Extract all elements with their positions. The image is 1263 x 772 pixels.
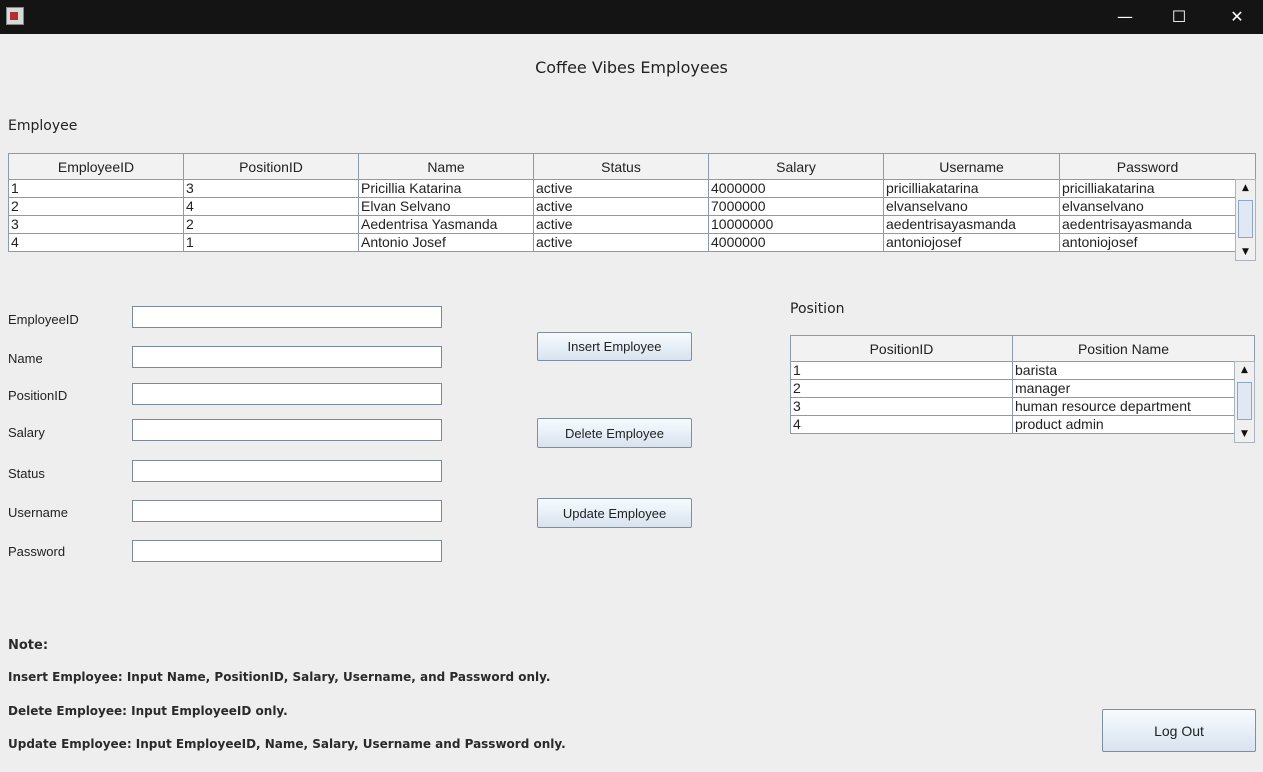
scrollbar-thumb[interactable]	[1237, 382, 1252, 420]
column-header-username[interactable]: Username	[883, 153, 1060, 180]
name-field[interactable]	[132, 346, 442, 368]
table-cell[interactable]: Elvan Selvano	[358, 197, 534, 216]
table-cell[interactable]: 1	[790, 361, 1013, 380]
employee-table-scrollbar[interactable]: ▲ ▼	[1235, 179, 1256, 261]
position-table-corner	[1234, 335, 1255, 362]
table-cell[interactable]: 2	[183, 215, 359, 234]
salary-label: Salary	[8, 425, 45, 440]
position-table: PositionID Position Name 1 barista 2 man…	[790, 335, 1235, 434]
update-employee-button[interactable]: Update Employee	[537, 498, 692, 528]
table-cell[interactable]: pricilliakatarina	[1059, 179, 1236, 198]
table-cell[interactable]: 10000000	[708, 215, 884, 234]
note-delete: Delete Employee: Input EmployeeID only.	[8, 704, 288, 718]
name-label: Name	[8, 351, 43, 366]
positionid-field[interactable]	[132, 383, 442, 405]
scroll-down-icon[interactable]: ▼	[1235, 426, 1254, 442]
status-label: Status	[8, 466, 45, 481]
employee-table-corner	[1235, 153, 1256, 180]
column-header-employeeid[interactable]: EmployeeID	[8, 153, 184, 180]
salary-field[interactable]	[132, 419, 442, 441]
column-header-positionid[interactable]: PositionID	[183, 153, 359, 180]
table-cell[interactable]: 2	[790, 379, 1013, 398]
window-titlebar: — ☐ ✕	[0, 0, 1263, 34]
table-cell[interactable]: 4000000	[708, 233, 884, 252]
table-cell[interactable]: 2	[8, 197, 184, 216]
table-cell[interactable]: 1	[183, 233, 359, 252]
table-row[interactable]: 2 4 Elvan Selvano active 7000000 elvanse…	[8, 197, 1236, 216]
table-cell[interactable]: aedentrisayasmanda	[883, 215, 1060, 234]
column-header-password[interactable]: Password	[1059, 153, 1236, 180]
column-header-positionid[interactable]: PositionID	[790, 335, 1013, 362]
table-cell[interactable]: 4	[790, 415, 1013, 434]
table-cell[interactable]: active	[533, 197, 709, 216]
table-cell[interactable]: product admin	[1012, 415, 1235, 434]
employeeid-field[interactable]	[132, 306, 442, 328]
table-cell[interactable]: pricilliakatarina	[883, 179, 1060, 198]
username-field[interactable]	[132, 500, 442, 522]
table-cell[interactable]: antoniojosef	[883, 233, 1060, 252]
table-cell[interactable]: barista	[1012, 361, 1235, 380]
table-cell[interactable]: 7000000	[708, 197, 884, 216]
close-icon[interactable]: ✕	[1214, 0, 1260, 34]
table-cell[interactable]: elvanselvano	[883, 197, 1060, 216]
column-header-status[interactable]: Status	[533, 153, 709, 180]
java-app-icon	[6, 7, 24, 25]
scroll-up-icon[interactable]: ▲	[1236, 180, 1255, 196]
table-row[interactable]: 4 product admin	[790, 415, 1235, 434]
table-cell[interactable]: 3	[8, 215, 184, 234]
table-cell[interactable]: Antonio Josef	[358, 233, 534, 252]
employee-table-header: EmployeeID PositionID Name Status Salary…	[8, 153, 1236, 180]
page-title: Coffee Vibes Employees	[535, 58, 728, 77]
employeeid-label: EmployeeID	[8, 312, 79, 327]
table-row[interactable]: 4 1 Antonio Josef active 4000000 antonio…	[8, 233, 1236, 252]
table-cell[interactable]: Aedentrisa Yasmanda	[358, 215, 534, 234]
column-header-salary[interactable]: Salary	[708, 153, 884, 180]
table-cell[interactable]: Pricillia Katarina	[358, 179, 534, 198]
table-cell[interactable]: aedentrisayasmanda	[1059, 215, 1236, 234]
table-cell[interactable]: human resource department	[1012, 397, 1235, 416]
table-cell[interactable]: 3	[183, 179, 359, 198]
table-row[interactable]: 1 barista	[790, 361, 1235, 380]
insert-employee-button[interactable]: Insert Employee	[537, 332, 692, 361]
table-row[interactable]: 3 2 Aedentrisa Yasmanda active 10000000 …	[8, 215, 1236, 234]
delete-employee-button[interactable]: Delete Employee	[537, 418, 692, 448]
table-cell[interactable]: antoniojosef	[1059, 233, 1236, 252]
note-update: Update Employee: Input EmployeeID, Name,…	[8, 737, 566, 751]
logout-button[interactable]: Log Out	[1102, 709, 1256, 752]
table-row[interactable]: 1 3 Pricillia Katarina active 4000000 pr…	[8, 179, 1236, 198]
table-cell[interactable]: 4	[183, 197, 359, 216]
table-cell[interactable]: elvanselvano	[1059, 197, 1236, 216]
positionid-label: PositionID	[8, 388, 68, 403]
position-table-header: PositionID Position Name	[790, 335, 1235, 362]
note-insert: Insert Employee: Input Name, PositionID,…	[8, 670, 551, 684]
column-header-position-name[interactable]: Position Name	[1012, 335, 1235, 362]
column-header-name[interactable]: Name	[358, 153, 534, 180]
employee-section-label: Employee	[8, 118, 78, 134]
scroll-down-icon[interactable]: ▼	[1236, 244, 1255, 260]
table-cell[interactable]: manager	[1012, 379, 1235, 398]
table-cell[interactable]: active	[533, 215, 709, 234]
scroll-up-icon[interactable]: ▲	[1235, 362, 1254, 378]
table-cell[interactable]: active	[533, 179, 709, 198]
position-section-label: Position	[790, 301, 845, 317]
scrollbar-thumb[interactable]	[1238, 200, 1253, 238]
table-row[interactable]: 3 human resource department	[790, 397, 1235, 416]
minimize-icon[interactable]: —	[1102, 0, 1148, 34]
note-heading: Note:	[8, 638, 49, 653]
table-cell[interactable]: 1	[8, 179, 184, 198]
table-cell[interactable]: 4000000	[708, 179, 884, 198]
password-field[interactable]	[132, 540, 442, 562]
table-cell[interactable]: active	[533, 233, 709, 252]
employee-table: EmployeeID PositionID Name Status Salary…	[8, 153, 1236, 252]
position-table-scrollbar[interactable]: ▲ ▼	[1234, 361, 1255, 443]
password-label: Password	[8, 544, 66, 559]
username-label: Username	[8, 505, 68, 520]
status-field[interactable]	[132, 460, 442, 482]
table-cell[interactable]: 3	[790, 397, 1013, 416]
maximize-icon[interactable]: ☐	[1156, 0, 1202, 34]
table-row[interactable]: 2 manager	[790, 379, 1235, 398]
table-cell[interactable]: 4	[8, 233, 184, 252]
